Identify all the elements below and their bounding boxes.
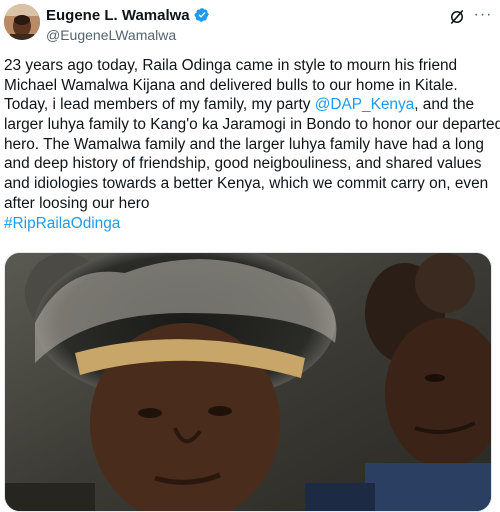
tweet-line: hero. The Wamalwa family and the larger … (4, 135, 484, 153)
grok-icon (450, 10, 464, 24)
tweet-line: and idiologies towards a better Kenya, w… (4, 175, 489, 193)
author-handle[interactable]: @EugeneLWamalwa (46, 27, 176, 43)
hashtag-link[interactable]: #RipRailaOdinga (4, 214, 492, 234)
mention-link[interactable]: @DAP_Kenya (315, 96, 414, 113)
tweet-line: larger luhya family to Kang'o ka Jaramog… (4, 116, 500, 134)
author-display-name[interactable]: Eugene L. Wamalwa (46, 7, 190, 24)
tweet-line: Today, i lead members of my family, my p… (4, 95, 492, 115)
tweet-line: 23 years ago today, Raila Odinga came in… (4, 57, 458, 74)
tweet-media-photo[interactable] (4, 252, 492, 512)
more-options-button[interactable]: ··· (472, 5, 494, 25)
tweet-text: 23 years ago today, Raila Odinga came in… (4, 56, 500, 234)
avatar[interactable] (4, 4, 40, 40)
tweet-text-segment: , and the (414, 96, 475, 114)
tweet-text-segment: Today, i lead members of my family, my p… (4, 96, 315, 114)
grok-button[interactable] (447, 7, 467, 27)
verified-badge-icon (194, 7, 210, 23)
tweet-line: after loosing our hero (4, 194, 150, 212)
tweet-line: and deep history of friendship, good nei… (4, 155, 482, 173)
tweet-line: Michael Wamalwa Kijana and delivered bul… (4, 76, 458, 94)
